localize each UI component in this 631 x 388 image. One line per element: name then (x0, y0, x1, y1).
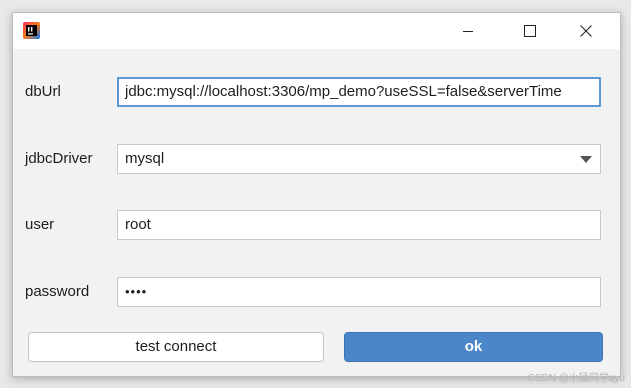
chevron-down-icon[interactable] (580, 156, 592, 163)
ok-button[interactable]: ok (344, 332, 603, 362)
user-input[interactable]: root (117, 210, 601, 240)
minimize-button[interactable] (445, 13, 491, 49)
user-label: user (25, 216, 55, 233)
password-input[interactable]: •••• (117, 277, 601, 307)
test-connect-button[interactable]: test connect (28, 332, 324, 362)
maximize-button[interactable] (507, 13, 553, 49)
password-mask: •••• (125, 284, 148, 299)
db-config-dialog: dbUrl jdbc:mysql://localhost:3306/mp_dem… (12, 12, 621, 377)
jdbc-driver-select[interactable]: mysql (117, 144, 601, 174)
maximize-icon (524, 25, 536, 37)
minimize-icon (463, 31, 473, 32)
dburl-input[interactable]: jdbc:mysql://localhost:3306/mp_demo?useS… (117, 77, 601, 107)
intellij-idea-icon (23, 22, 40, 39)
jdbc-driver-selected-value: mysql (125, 150, 165, 167)
jdbc-driver-label: jdbcDriver (25, 150, 93, 167)
title-bar[interactable] (13, 13, 620, 49)
close-button[interactable] (563, 13, 609, 49)
dburl-label: dbUrl (25, 83, 61, 100)
watermark: CSDN @小猛同学qyu (527, 373, 625, 384)
password-label: password (25, 283, 90, 300)
close-icon (580, 25, 592, 37)
